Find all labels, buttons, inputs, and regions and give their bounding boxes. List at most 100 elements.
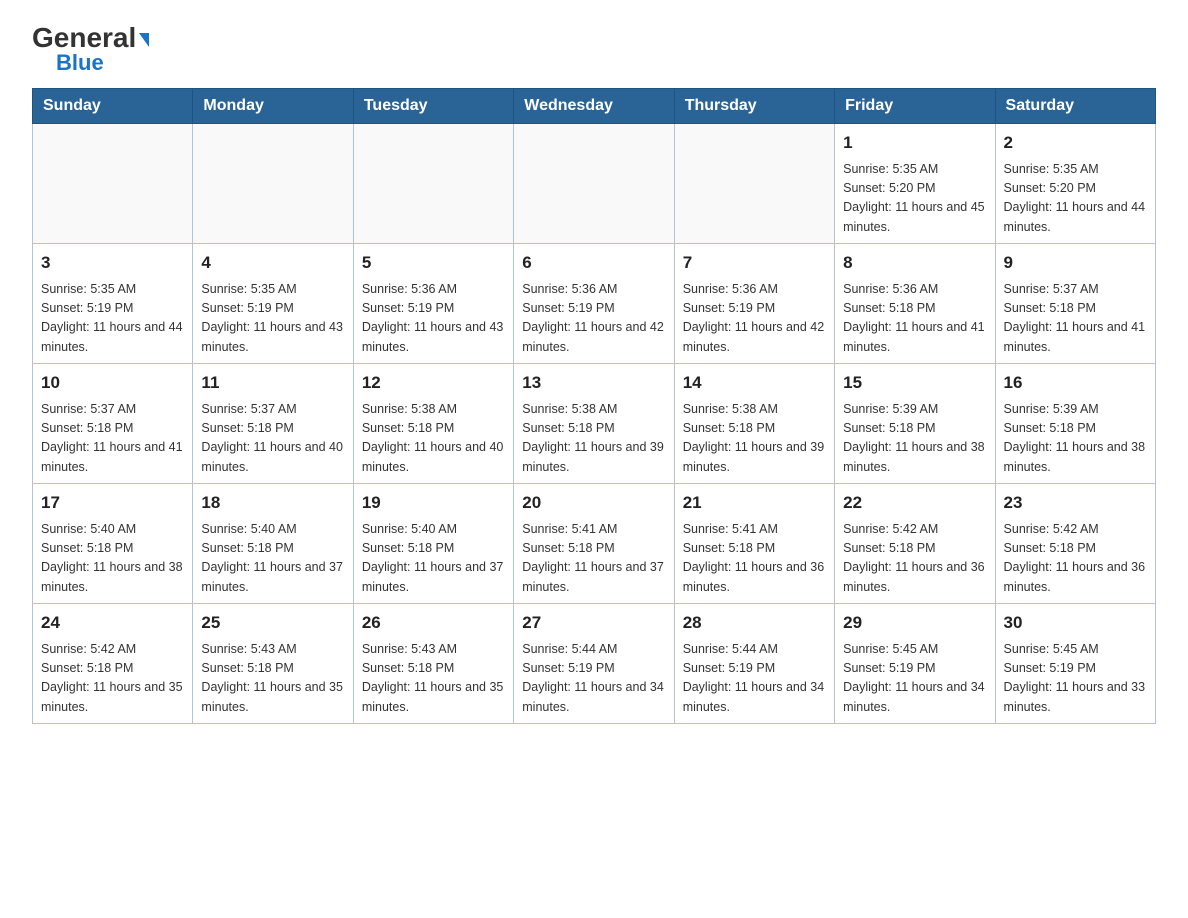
- calendar-header-tuesday: Tuesday: [353, 89, 513, 124]
- day-number: 23: [1004, 490, 1147, 516]
- day-number: 26: [362, 610, 505, 636]
- day-number: 29: [843, 610, 986, 636]
- day-number: 8: [843, 250, 986, 276]
- logo-triangle-icon: [139, 33, 149, 47]
- day-info: Sunrise: 5:43 AMSunset: 5:18 PMDaylight:…: [201, 640, 344, 718]
- day-number: 24: [41, 610, 184, 636]
- calendar-header-saturday: Saturday: [995, 89, 1155, 124]
- day-number: 12: [362, 370, 505, 396]
- day-number: 28: [683, 610, 826, 636]
- day-number: 2: [1004, 130, 1147, 156]
- calendar-cell: 19Sunrise: 5:40 AMSunset: 5:18 PMDayligh…: [353, 484, 513, 604]
- calendar-cell: 3Sunrise: 5:35 AMSunset: 5:19 PMDaylight…: [33, 244, 193, 364]
- day-info: Sunrise: 5:42 AMSunset: 5:18 PMDaylight:…: [1004, 520, 1147, 598]
- day-number: 19: [362, 490, 505, 516]
- day-number: 15: [843, 370, 986, 396]
- calendar-header-wednesday: Wednesday: [514, 89, 674, 124]
- day-info: Sunrise: 5:45 AMSunset: 5:19 PMDaylight:…: [1004, 640, 1147, 718]
- day-info: Sunrise: 5:42 AMSunset: 5:18 PMDaylight:…: [41, 640, 184, 718]
- day-number: 1: [843, 130, 986, 156]
- calendar-cell: 20 Sunrise: 5:41 AMSunset: 5:18 PMDayligh…: [514, 484, 674, 604]
- calendar-cell: 15Sunrise: 5:39 AMSunset: 5:18 PMDayligh…: [835, 364, 995, 484]
- day-info: Sunrise: 5:41 AMSunset: 5:18 PMDaylight:…: [683, 520, 826, 598]
- day-number: 5: [362, 250, 505, 276]
- day-info: Sunrise: 5:36 AMSunset: 5:19 PMDaylight:…: [522, 280, 665, 358]
- day-info: Sunrise: 5:36 AMSunset: 5:18 PMDaylight:…: [843, 280, 986, 358]
- day-info: Sunrise: 5:38 AMSunset: 5:18 PMDaylight:…: [522, 400, 665, 478]
- calendar-cell: 17Sunrise: 5:40 AMSunset: 5:18 PMDayligh…: [33, 484, 193, 604]
- calendar-cell: 28 Sunrise: 5:44 AMSunset: 5:19 PMDayligh…: [674, 604, 834, 724]
- day-number: 18: [201, 490, 344, 516]
- calendar-table: SundayMondayTuesdayWednesdayThursdayFrid…: [32, 88, 1156, 724]
- calendar-week-row-5: 24 Sunrise: 5:42 AMSunset: 5:18 PMDayligh…: [33, 604, 1156, 724]
- day-info: Sunrise: 5:43 AMSunset: 5:18 PMDaylight:…: [362, 640, 505, 718]
- calendar-header-monday: Monday: [193, 89, 353, 124]
- day-number: 27: [522, 610, 665, 636]
- calendar-cell: 1 Sunrise: 5:35 AMSunset: 5:20 PMDaylight…: [835, 124, 995, 244]
- calendar-cell: 14 Sunrise: 5:38 AMSunset: 5:18 PMDayligh…: [674, 364, 834, 484]
- day-number: 13: [522, 370, 665, 396]
- day-info: Sunrise: 5:35 AMSunset: 5:19 PMDaylight:…: [201, 280, 344, 358]
- calendar-cell: 25 Sunrise: 5:43 AMSunset: 5:18 PMDayligh…: [193, 604, 353, 724]
- calendar-cell: 7Sunrise: 5:36 AMSunset: 5:19 PMDaylight…: [674, 244, 834, 364]
- calendar-cell: 26 Sunrise: 5:43 AMSunset: 5:18 PMDayligh…: [353, 604, 513, 724]
- calendar-week-row-4: 17Sunrise: 5:40 AMSunset: 5:18 PMDayligh…: [33, 484, 1156, 604]
- calendar-cell: 21 Sunrise: 5:41 AMSunset: 5:18 PMDayligh…: [674, 484, 834, 604]
- day-number: 25: [201, 610, 344, 636]
- calendar-header-friday: Friday: [835, 89, 995, 124]
- calendar-cell: 24 Sunrise: 5:42 AMSunset: 5:18 PMDayligh…: [33, 604, 193, 724]
- day-info: Sunrise: 5:35 AMSunset: 5:20 PMDaylight:…: [843, 160, 986, 238]
- day-number: 3: [41, 250, 184, 276]
- day-info: Sunrise: 5:42 AMSunset: 5:18 PMDaylight:…: [843, 520, 986, 598]
- day-info: Sunrise: 5:38 AMSunset: 5:18 PMDaylight:…: [683, 400, 826, 478]
- calendar-cell: 23 Sunrise: 5:42 AMSunset: 5:18 PMDayligh…: [995, 484, 1155, 604]
- day-number: 20: [522, 490, 665, 516]
- calendar-cell: 10 Sunrise: 5:37 AMSunset: 5:18 PMDayligh…: [33, 364, 193, 484]
- calendar-week-row-1: 1 Sunrise: 5:35 AMSunset: 5:20 PMDaylight…: [33, 124, 1156, 244]
- calendar-cell: 9 Sunrise: 5:37 AMSunset: 5:18 PMDaylight…: [995, 244, 1155, 364]
- calendar-cell: 8 Sunrise: 5:36 AMSunset: 5:18 PMDaylight…: [835, 244, 995, 364]
- day-number: 10: [41, 370, 184, 396]
- day-info: Sunrise: 5:37 AMSunset: 5:18 PMDaylight:…: [41, 400, 184, 478]
- calendar-cell: 11 Sunrise: 5:37 AMSunset: 5:18 PMDayligh…: [193, 364, 353, 484]
- day-number: 21: [683, 490, 826, 516]
- day-number: 22: [843, 490, 986, 516]
- calendar-cell: 18 Sunrise: 5:40 AMSunset: 5:18 PMDayligh…: [193, 484, 353, 604]
- calendar-cell: 12 Sunrise: 5:38 AMSunset: 5:18 PMDayligh…: [353, 364, 513, 484]
- calendar-cell: [674, 124, 834, 244]
- day-info: Sunrise: 5:44 AMSunset: 5:19 PMDaylight:…: [522, 640, 665, 718]
- calendar-cell: [33, 124, 193, 244]
- header: General Blue: [32, 24, 1156, 76]
- day-info: Sunrise: 5:37 AMSunset: 5:18 PMDaylight:…: [201, 400, 344, 478]
- day-info: Sunrise: 5:45 AMSunset: 5:19 PMDaylight:…: [843, 640, 986, 718]
- day-number: 11: [201, 370, 344, 396]
- day-number: 4: [201, 250, 344, 276]
- day-info: Sunrise: 5:41 AMSunset: 5:18 PMDaylight:…: [522, 520, 665, 598]
- calendar-week-row-2: 3 Sunrise: 5:35 AMSunset: 5:19 PMDaylight…: [33, 244, 1156, 364]
- logo: General Blue: [32, 24, 149, 76]
- day-info: Sunrise: 5:36 AMSunset: 5:19 PMDaylight:…: [362, 280, 505, 358]
- day-info: Sunrise: 5:40 AMSunset: 5:18 PMDaylight:…: [201, 520, 344, 598]
- day-number: 9: [1004, 250, 1147, 276]
- day-info: Sunrise: 5:35 AMSunset: 5:20 PMDaylight:…: [1004, 160, 1147, 238]
- calendar-cell: 6 Sunrise: 5:36 AMSunset: 5:19 PMDaylight…: [514, 244, 674, 364]
- day-info: Sunrise: 5:44 AMSunset: 5:19 PMDaylight:…: [683, 640, 826, 718]
- logo-general-text: General: [32, 24, 149, 52]
- day-info: Sunrise: 5:37 AMSunset: 5:18 PMDaylight:…: [1004, 280, 1147, 358]
- day-number: 14: [683, 370, 826, 396]
- calendar-cell: [514, 124, 674, 244]
- calendar-cell: [353, 124, 513, 244]
- calendar-header-row: SundayMondayTuesdayWednesdayThursdayFrid…: [33, 89, 1156, 124]
- day-info: Sunrise: 5:38 AMSunset: 5:18 PMDaylight:…: [362, 400, 505, 478]
- calendar-cell: 16Sunrise: 5:39 AMSunset: 5:18 PMDayligh…: [995, 364, 1155, 484]
- day-info: Sunrise: 5:39 AMSunset: 5:18 PMDaylight:…: [1004, 400, 1147, 478]
- calendar-cell: 29 Sunrise: 5:45 AMSunset: 5:19 PMDayligh…: [835, 604, 995, 724]
- day-info: Sunrise: 5:40 AMSunset: 5:18 PMDaylight:…: [41, 520, 184, 598]
- day-number: 30: [1004, 610, 1147, 636]
- calendar-cell: 5 Sunrise: 5:36 AMSunset: 5:19 PMDaylight…: [353, 244, 513, 364]
- calendar-cell: 30 Sunrise: 5:45 AMSunset: 5:19 PMDayligh…: [995, 604, 1155, 724]
- day-info: Sunrise: 5:36 AMSunset: 5:19 PMDaylight:…: [683, 280, 826, 358]
- calendar-header-thursday: Thursday: [674, 89, 834, 124]
- logo-blue-text: Blue: [56, 50, 104, 76]
- day-number: 6: [522, 250, 665, 276]
